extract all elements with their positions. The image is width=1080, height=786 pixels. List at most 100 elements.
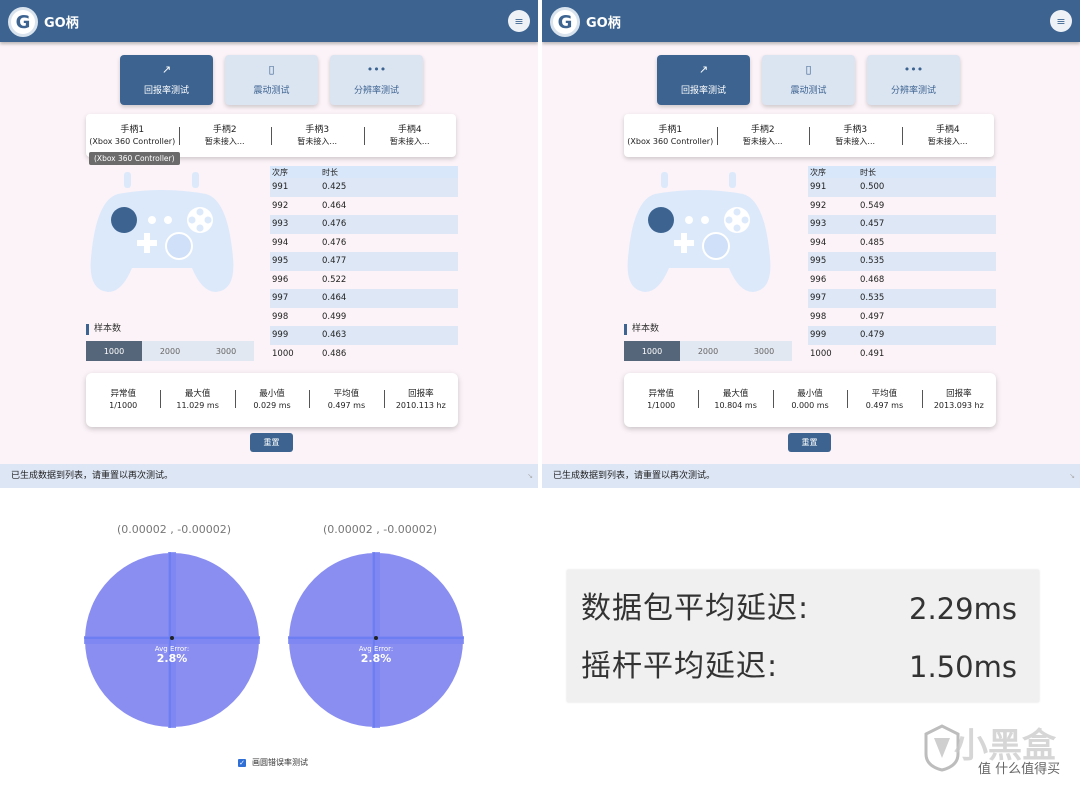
left-stick-coords: (0.00002 , -0.00002)	[117, 523, 232, 536]
stat-outliers: 异常值 1/1000	[109, 389, 138, 410]
samples-label: 样本数	[624, 324, 659, 335]
dots-icon: •••	[903, 62, 924, 76]
controller-tab-3[interactable]: 手柄3 暂未接入...	[271, 124, 364, 148]
vibrate-icon: ▯	[805, 62, 812, 76]
checkbox-label: 画圆错误率测试	[252, 758, 308, 767]
tab-polling-rate[interactable]: ↗ 回报率测试	[120, 55, 213, 105]
left-avg-error-value: 2.8%	[157, 652, 188, 665]
table-row: 999 0.463	[270, 326, 458, 345]
app-window-left: G GO柄 ≡ ↗ 回报率测试 ▯ 震动测试 ••• 分辨率测试 手柄1 (Xbo…	[0, 0, 538, 488]
circle-error-toggle[interactable]: ✓ 画圆错误率测试	[238, 757, 308, 768]
table-row: 995 0.535	[808, 252, 996, 271]
right-stick-coords: (0.00002 , -0.00002)	[323, 523, 438, 536]
app-logo: G	[550, 7, 580, 37]
reset-button[interactable]: 重置	[788, 433, 831, 452]
latency-table: 次序 时长 991 0.500 992 0.549 993 0.457 994 0.485…	[808, 166, 996, 363]
table-row: 996 0.522	[272, 274, 347, 285]
menu-button[interactable]: ≡	[1050, 10, 1072, 32]
trend-icon: ↗	[698, 62, 709, 76]
packet-latency-row: 数据包平均延迟: 2.29ms	[581, 584, 1021, 634]
trend-icon: ↗	[161, 62, 172, 76]
watermark: 小黑盒 值 什么值得买	[920, 718, 1070, 780]
gamepad-illustration	[90, 172, 234, 292]
stat-max: 最大值 11.029 ms	[160, 388, 234, 412]
table-row: 993 0.457	[808, 215, 996, 234]
dots-icon: •••	[366, 62, 387, 76]
tab-vibration[interactable]: ▯ 震动测试	[762, 55, 855, 105]
stat-average: 平均值 0.497 ms	[847, 388, 921, 412]
table-row: 998 0.499	[272, 311, 347, 322]
table-header: 次序 时长	[270, 166, 458, 178]
table-row: 998 0.497	[810, 311, 885, 322]
reset-button[interactable]: 重置	[250, 433, 293, 452]
table-row: 994 0.485	[810, 237, 885, 248]
controller-tabs: 手柄1 (Xbox 360 Controller) 手柄2 暂未接入... 手柄3 暂…	[86, 114, 456, 157]
samples-selector: 1000 2000 3000	[86, 341, 254, 361]
samples-label: 样本数	[86, 324, 121, 335]
app-window-right: G GO柄 ≡ ↗ 回报率测试 ▯ 震动测试 ••• 分辨率测试 手柄1 (Xbo…	[542, 0, 1080, 488]
controller-tabs: 手柄1 (Xbox 360 Controller) 手柄2 暂未接入... 手柄3 暂…	[624, 114, 994, 157]
stats-card: 异常值 1/1000 最大值 10.804 ms 最小值 0.000 ms 平均值 0.…	[624, 373, 996, 427]
table-row: 997 0.464	[270, 289, 458, 308]
samples-selector: 1000 2000 3000	[624, 341, 792, 361]
samples-option-2000[interactable]: 2000	[142, 341, 198, 361]
right-avg-error-value: 2.8%	[361, 652, 392, 665]
samples-option-3000[interactable]: 3000	[736, 341, 792, 361]
table-row: 993 0.476	[270, 215, 458, 234]
table-row: 992 0.464	[272, 200, 347, 211]
stat-polling-rate: 回报率 2013.093 hz	[921, 388, 996, 412]
table-header: 次序 时长	[808, 166, 996, 178]
table-row: 997 0.535	[808, 289, 996, 308]
controller-tab-2[interactable]: 手柄2 暂未接入...	[178, 124, 272, 148]
latency-table: 次序 时长 991 0.425 992 0.464 993 0.476 994 0.476…	[270, 166, 458, 363]
stat-average: 平均值 0.497 ms	[309, 388, 383, 412]
table-row: 1000 0.486	[272, 348, 347, 359]
table-row: 992 0.549	[810, 200, 885, 211]
table-row: 991 0.425	[270, 178, 458, 197]
packet-latency-value: 2.29ms	[909, 592, 1017, 626]
app-header: G GO柄 ≡	[0, 0, 538, 42]
stick-latency-label: 摇杆平均延迟:	[581, 649, 779, 684]
stat-min: 最小值 0.029 ms	[234, 388, 309, 412]
app-logo: G	[8, 7, 38, 37]
samples-option-3000[interactable]: 3000	[198, 341, 254, 361]
latency-summary: 数据包平均延迟: 2.29ms 摇杆平均延迟: 1.50ms	[567, 570, 1039, 702]
tab-resolution[interactable]: ••• 分辨率测试	[330, 55, 423, 105]
table-row: 994 0.476	[272, 237, 347, 248]
menu-button[interactable]: ≡	[508, 10, 530, 32]
controller-tab-1[interactable]: 手柄1 (Xbox 360 Controller)	[86, 124, 179, 148]
menu-collapse-icon: ≡	[1056, 14, 1066, 28]
controller-tab-1[interactable]: 手柄1 (Xbox 360 Controller)	[624, 124, 717, 148]
vibrate-icon: ▯	[268, 62, 275, 76]
stat-max: 最大值 10.804 ms	[698, 388, 772, 412]
app-name: GO柄	[44, 16, 79, 31]
right-stick-circle: Avg Error: 2.8%	[288, 552, 464, 728]
left-stick-circle: Avg Error: 2.8%	[84, 552, 260, 728]
app-name: GO柄	[586, 16, 621, 31]
controller-tooltip: (Xbox 360 Controller)	[89, 152, 180, 165]
samples-option-1000[interactable]: 1000	[86, 341, 142, 361]
table-row: 999 0.479	[808, 326, 996, 345]
stat-min: 最小值 0.000 ms	[772, 388, 847, 412]
menu-collapse-icon: ≡	[514, 14, 524, 28]
stat-outliers: 异常值 1/1000	[647, 389, 676, 410]
stick-latency-value: 1.50ms	[909, 650, 1017, 684]
table-row: 996 0.468	[810, 274, 885, 285]
tab-vibration[interactable]: ▯ 震动测试	[225, 55, 318, 105]
controller-tab-4[interactable]: 手柄4 暂未接入...	[363, 124, 457, 148]
table-row: 991 0.500	[808, 178, 996, 197]
checkbox-checked-icon[interactable]: ✓	[238, 758, 246, 767]
controller-tab-2[interactable]: 手柄2 暂未接入...	[716, 124, 810, 148]
app-header: G GO柄 ≡	[542, 0, 1080, 42]
table-row: 1000 0.491	[810, 348, 885, 359]
packet-latency-label: 数据包平均延迟:	[581, 591, 810, 626]
tab-resolution[interactable]: ••• 分辨率测试	[867, 55, 960, 105]
controller-tab-3[interactable]: 手柄3 暂未接入...	[809, 124, 902, 148]
samples-option-2000[interactable]: 2000	[680, 341, 736, 361]
gamepad-illustration	[627, 172, 771, 292]
tab-polling-rate[interactable]: ↗ 回报率测试	[657, 55, 750, 105]
table-row: 995 0.477	[270, 252, 458, 271]
controller-tab-4[interactable]: 手柄4 暂未接入...	[901, 124, 995, 148]
samples-option-1000[interactable]: 1000	[624, 341, 680, 361]
stat-polling-rate: 回报率 2010.113 hz	[383, 388, 458, 412]
